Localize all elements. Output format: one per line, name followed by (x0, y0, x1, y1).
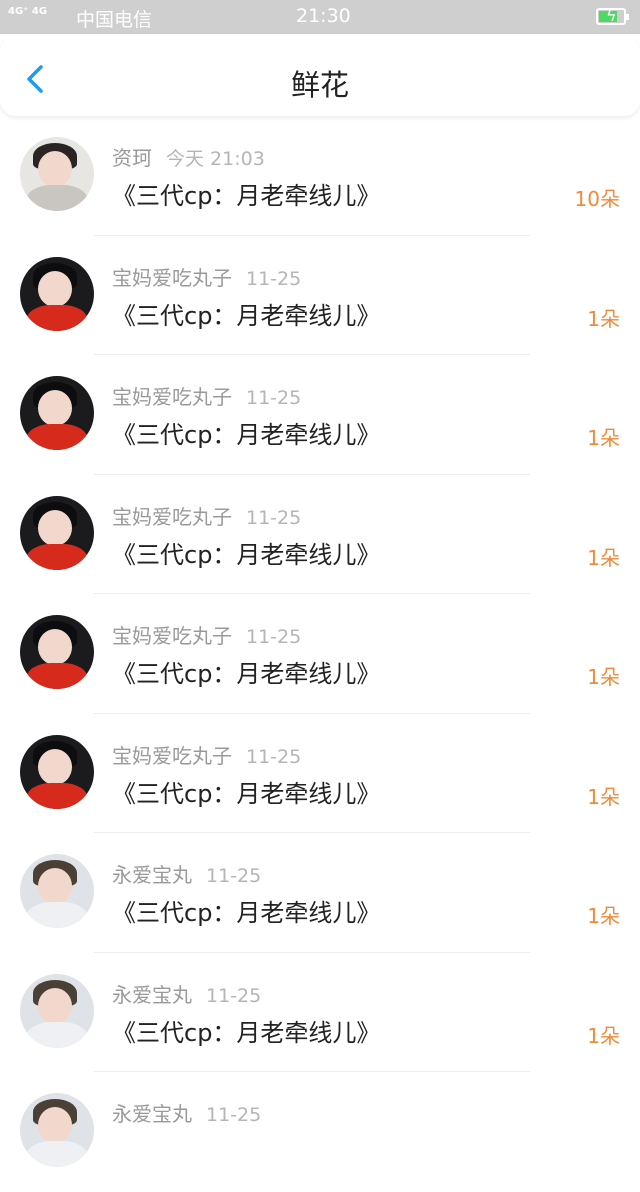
signal-indicator: 4G⁺ 4G (8, 6, 48, 17)
gift-time: 11-25 (246, 626, 302, 648)
work-title[interactable]: 《三代cp：月老牵线儿》 (112, 893, 380, 928)
sender-name[interactable]: 宝妈爱吃丸子 (112, 266, 232, 290)
sender-line: 宝妈爱吃丸子 11-25 (112, 501, 301, 530)
gift-time: 11-25 (246, 506, 302, 529)
sender-line: 宝妈爱吃丸子 11-25 (112, 381, 301, 410)
work-title[interactable]: 《三代cp：月老牵线儿》 (112, 1013, 380, 1048)
avatar[interactable] (20, 1093, 94, 1167)
list-item[interactable]: 宝妈爱吃丸子 11-25 《三代cp：月老牵线儿》 1朵 (0, 594, 640, 714)
flower-count: 1朵 (587, 306, 620, 331)
avatar[interactable] (20, 854, 94, 928)
avatar[interactable] (20, 137, 94, 211)
gift-time: 11-25 (246, 267, 302, 290)
battery-icon: ϟ (596, 6, 629, 25)
avatar[interactable] (20, 734, 94, 809)
gift-time: 11-25 (246, 387, 302, 409)
flower-count: 1朵 (587, 545, 620, 570)
work-title[interactable]: 《三代cp：月老牵线儿》 (112, 774, 380, 809)
flower-count: 1朵 (587, 784, 620, 809)
sender-line: 永爱宝丸 11-25 (112, 979, 261, 1008)
flower-count: 1朵 (587, 665, 620, 689)
list-item[interactable]: 永爱宝丸 11-25 《三代cp：月老牵线儿》 1朵 (0, 833, 640, 953)
sender-name[interactable]: 永爱宝丸 (112, 863, 192, 887)
gift-time: 11-25 (206, 1104, 262, 1126)
sender-name[interactable]: 永爱宝丸 (112, 1102, 192, 1126)
list-item[interactable]: 宝妈爱吃丸子 11-25 《三代cp：月老牵线儿》 1朵 (0, 475, 640, 594)
gift-time: 11-25 (206, 865, 262, 887)
list-item[interactable]: 永爱宝丸 11-25 (0, 1072, 640, 1192)
sender-name[interactable]: 宝妈爱吃丸子 (112, 385, 232, 409)
list-item[interactable]: 宝妈爱吃丸子 11-25 《三代cp：月老牵线儿》 1朵 (0, 714, 640, 833)
sender-line: 永爱宝丸 11-25 (112, 1098, 261, 1127)
work-title[interactable]: 《三代cp：月老牵线儿》 (112, 654, 380, 689)
gift-time: 11-25 (246, 745, 302, 768)
list-item[interactable]: 永爱宝丸 11-25 《三代cp：月老牵线儿》 1朵 (0, 953, 640, 1072)
avatar[interactable] (20, 495, 94, 570)
work-title[interactable]: 《三代cp：月老牵线儿》 (112, 296, 380, 331)
work-title[interactable]: 《三代cp：月老牵线儿》 (112, 415, 380, 450)
sender-line: 资珂 今天 21:03 (112, 142, 265, 171)
flower-gift-list: 资珂 今天 21:03 《三代cp：月老牵线儿》 10朵 宝妈爱吃丸子 11-25 … (0, 116, 640, 1192)
sender-line: 永爱宝丸 11-25 (112, 859, 261, 888)
gift-time: 今天 21:03 (166, 148, 265, 170)
status-time: 21:30 (296, 5, 351, 27)
flower-count: 10朵 (574, 187, 620, 211)
page-title: 鲜花 (290, 68, 349, 102)
flower-count: 1朵 (587, 426, 620, 450)
sender-name[interactable]: 资珂 (112, 146, 152, 170)
sender-line: 宝妈爱吃丸子 11-25 (112, 262, 301, 291)
sender-line: 宝妈爱吃丸子 11-25 (112, 620, 301, 649)
nav-bar: 鲜花 (0, 34, 640, 116)
avatar[interactable] (20, 256, 94, 331)
avatar[interactable] (20, 376, 94, 450)
sender-name[interactable]: 宝妈爱吃丸子 (112, 505, 232, 529)
sender-name[interactable]: 永爱宝丸 (112, 983, 192, 1007)
avatar[interactable] (20, 973, 94, 1048)
carrier-label: 中国电信 (76, 9, 153, 31)
list-item[interactable]: 宝妈爱吃丸子 11-25 《三代cp：月老牵线儿》 1朵 (0, 355, 640, 475)
status-bar: 4G⁺ 4G 中国电信 21:30 ϟ (0, 0, 640, 34)
work-title[interactable]: 《三代cp：月老牵线儿》 (112, 535, 380, 570)
flower-count: 1朵 (587, 1023, 620, 1048)
avatar[interactable] (20, 615, 94, 689)
flower-count: 1朵 (587, 904, 620, 928)
work-title[interactable]: 《三代cp：月老牵线儿》 (112, 176, 380, 211)
gift-time: 11-25 (206, 984, 262, 1007)
list-item[interactable]: 宝妈爱吃丸子 11-25 《三代cp：月老牵线儿》 1朵 (0, 236, 640, 355)
sender-name[interactable]: 宝妈爱吃丸子 (112, 624, 232, 648)
sender-name[interactable]: 宝妈爱吃丸子 (112, 744, 232, 768)
sender-line: 宝妈爱吃丸子 11-25 (112, 740, 301, 769)
list-item[interactable]: 资珂 今天 21:03 《三代cp：月老牵线儿》 10朵 (0, 116, 640, 236)
